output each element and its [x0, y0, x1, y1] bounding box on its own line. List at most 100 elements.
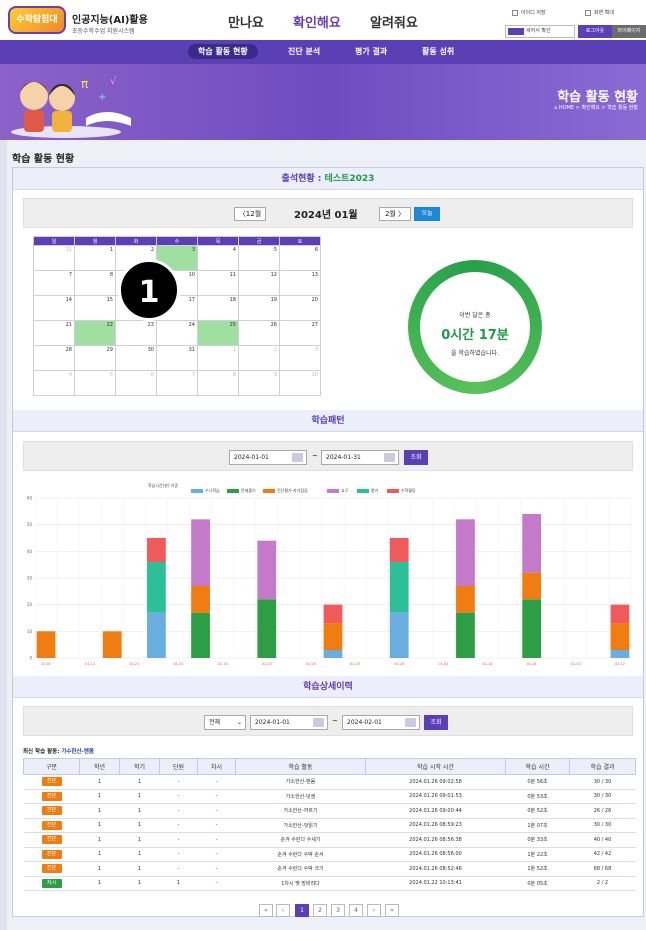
logo[interactable]: 수학탐험대	[8, 6, 66, 34]
page-button[interactable]: 4	[349, 904, 363, 917]
calendar-day[interactable]: 24	[156, 320, 198, 346]
util-save-id[interactable]: 아이디 저장	[512, 9, 546, 16]
calendar-day[interactable]: 2	[238, 345, 280, 371]
calendar-day[interactable]: 27	[279, 320, 321, 346]
page-button[interactable]: 3	[331, 904, 345, 917]
calendar-day[interactable]: 28	[33, 345, 75, 371]
bar-segment[interactable]	[610, 604, 630, 624]
calendar-day[interactable]: 15	[74, 295, 116, 321]
checkbox-icon[interactable]	[512, 9, 518, 16]
bar-segment[interactable]	[191, 612, 210, 658]
menu-meet[interactable]: 만나요	[228, 12, 264, 31]
bar-segment[interactable]	[389, 562, 409, 613]
bar-segment[interactable]	[257, 599, 277, 658]
calendar-day[interactable]: 14	[33, 295, 75, 321]
calendar-day[interactable]: 6	[279, 245, 321, 271]
calendar-icon[interactable]	[313, 718, 324, 727]
calendar-day[interactable]: 30	[115, 345, 157, 371]
calendar-day[interactable]: 1	[74, 245, 116, 271]
tab-achievement[interactable]: 활동 성취	[422, 46, 454, 57]
page-button[interactable]: ›	[367, 904, 381, 917]
calendar-day[interactable]: 13	[279, 270, 321, 296]
calendar-day[interactable]: 22	[74, 320, 116, 346]
bar-segment[interactable]	[456, 586, 475, 613]
bar-segment[interactable]	[522, 572, 542, 600]
util-zoom[interactable]: 화면 확대	[585, 9, 614, 16]
bar-segment[interactable]	[610, 623, 630, 650]
calendar-day[interactable]: 31	[156, 345, 198, 371]
calendar-day[interactable]: 8	[197, 370, 239, 396]
bar-segment[interactable]	[522, 599, 542, 658]
calendar-day[interactable]: 31	[33, 245, 75, 271]
today-button[interactable]: 오늘	[414, 207, 440, 221]
bar-segment[interactable]	[456, 519, 475, 586]
bar-segment[interactable]	[389, 612, 409, 658]
table-cell: -	[197, 818, 236, 833]
menu-notice[interactable]: 알려줘요	[370, 12, 418, 31]
calendar-day[interactable]: 6	[115, 370, 157, 396]
bar-segment[interactable]	[456, 612, 475, 658]
calendar-day[interactable]: 9	[238, 370, 280, 396]
pattern-date-to[interactable]: 2024-01-31	[321, 450, 399, 465]
mode-select[interactable]: 세어서 확인	[505, 25, 575, 38]
prev-month-button[interactable]: 〈12월	[234, 207, 266, 221]
tab-diagnosis[interactable]: 진단 분석	[288, 46, 320, 57]
mypage-button[interactable]: 마이페이지	[612, 25, 646, 38]
calendar-day[interactable]: 4	[197, 245, 239, 271]
calendar-day[interactable]: 19	[238, 295, 280, 321]
category-select[interactable]: 전체 ⌄	[204, 715, 246, 730]
calendar-icon[interactable]	[292, 453, 303, 462]
calendar-day[interactable]: 8	[74, 270, 116, 296]
bar-segment[interactable]	[147, 612, 166, 658]
attendance-user: 테스트2023	[324, 174, 375, 184]
bar-segment[interactable]	[147, 538, 166, 562]
calendar-day[interactable]: 10	[279, 370, 321, 396]
tab-eval-result[interactable]: 평가 결과	[355, 46, 387, 57]
bar-segment[interactable]	[257, 540, 277, 600]
calendar-day[interactable]: 3	[279, 345, 321, 371]
bar-segment[interactable]	[323, 604, 343, 624]
detail-date-from[interactable]: 2024-01-01	[250, 715, 328, 730]
bar-segment[interactable]	[36, 631, 56, 658]
bar-segment[interactable]	[102, 631, 122, 658]
bar-segment[interactable]	[323, 623, 343, 650]
bar-segment[interactable]	[389, 538, 409, 562]
bar-segment[interactable]	[191, 519, 210, 586]
calendar-icon[interactable]	[405, 718, 416, 727]
page-button[interactable]: 1	[295, 904, 309, 917]
calendar-day[interactable]: 5	[74, 370, 116, 396]
calendar-day[interactable]: 1	[197, 345, 239, 371]
calendar-day[interactable]: 18	[197, 295, 239, 321]
calendar-day[interactable]: 4	[33, 370, 75, 396]
page-button[interactable]: »	[385, 904, 399, 917]
detail-date-to[interactable]: 2024-02-01	[342, 715, 420, 730]
bar-segment[interactable]	[522, 514, 542, 573]
calendar-icon[interactable]	[384, 453, 395, 462]
tab-activity-status[interactable]: 학습 활동 현황	[188, 44, 258, 59]
bar-segment[interactable]	[610, 650, 630, 658]
pattern-date-from[interactable]: 2024-01-01	[229, 450, 307, 465]
next-month-button[interactable]: 2월 〉	[379, 207, 411, 221]
calendar-day[interactable]: 11	[197, 270, 239, 296]
bar-segment[interactable]	[147, 562, 166, 613]
menu-check[interactable]: 확인해요	[293, 12, 341, 31]
page-button[interactable]: ‹	[276, 904, 290, 917]
calendar-day[interactable]: 25	[197, 320, 239, 346]
logout-button[interactable]: 로그아웃	[578, 25, 612, 38]
bar-segment[interactable]	[191, 586, 210, 613]
page-button[interactable]: «	[259, 904, 273, 917]
calendar-day[interactable]: 20	[279, 295, 321, 321]
calendar-day[interactable]: 21	[33, 320, 75, 346]
detail-search-button[interactable]: 조회	[424, 715, 448, 730]
calendar-day[interactable]: 7	[33, 270, 75, 296]
calendar-day[interactable]: 5	[238, 245, 280, 271]
calendar-day[interactable]: 12	[238, 270, 280, 296]
calendar-day[interactable]: 7	[156, 370, 198, 396]
calendar-day[interactable]: 26	[238, 320, 280, 346]
bar-segment[interactable]	[323, 650, 343, 658]
calendar-day[interactable]: 23	[115, 320, 157, 346]
calendar-day[interactable]: 29	[74, 345, 116, 371]
page-button[interactable]: 2	[313, 904, 327, 917]
pattern-search-button[interactable]: 조회	[404, 450, 428, 465]
checkbox-icon[interactable]	[585, 9, 591, 16]
